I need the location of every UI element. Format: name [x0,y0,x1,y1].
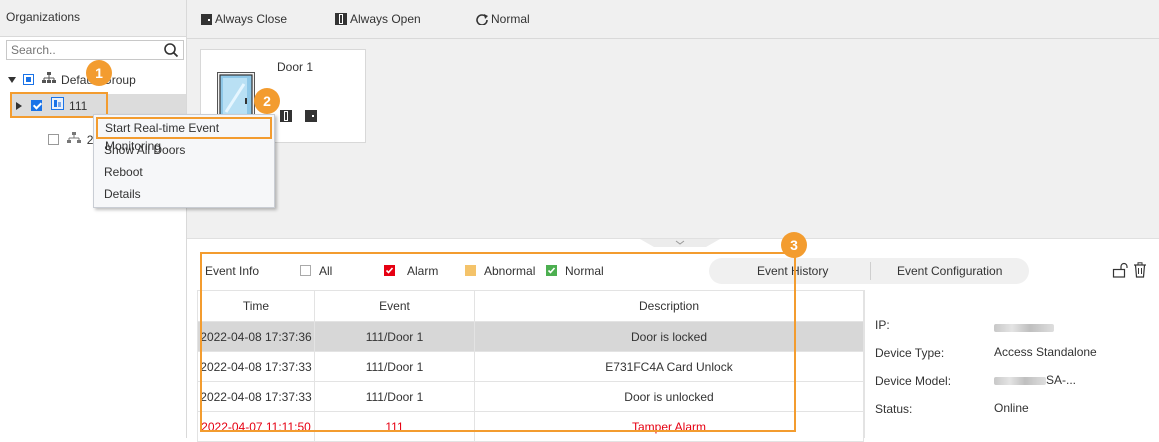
trash-icon[interactable] [1133,262,1147,281]
door-close-control-icon[interactable] [305,110,317,125]
organizations-header: Organizations [0,0,186,37]
device-model-label: Device Model: [875,374,952,388]
device-model-suffix: SA-... [1046,373,1077,387]
expand-arrow-icon[interactable] [8,76,16,83]
door-open-icon [335,13,347,28]
search-input[interactable] [7,41,165,59]
tab-event-configuration[interactable]: Event Configuration [897,264,1002,278]
ip-label: IP: [875,318,890,332]
always-open-label: Always Open [350,12,421,26]
normal-button[interactable]: Normal [476,12,530,28]
org-tree-icon [67,129,82,151]
org-tree-icon [41,69,56,91]
highlight-event-area [200,252,796,432]
menu-item-details[interactable]: Details [94,183,274,205]
door-name: Door 1 [277,60,314,74]
device-type-value: Access Standalone [994,345,1097,359]
always-close-label: Always Close [215,12,288,26]
refresh-icon [476,13,488,28]
callout-3: 3 [781,232,807,258]
callout-2: 2 [254,88,280,114]
group-label: Default Group [61,68,170,91]
menu-item-reboot[interactable]: Reboot [94,161,274,183]
search-box[interactable] [6,40,184,60]
tab-separator [870,262,871,280]
device-type-label: Device Type: [875,346,945,360]
context-menu: Start Real-time Event Monitoring Show Al… [93,114,275,208]
sub-checkbox[interactable] [48,134,59,146]
search-icon[interactable] [163,42,179,61]
door-open-control-icon[interactable] [280,110,292,125]
status-value: Online [994,401,1029,415]
collapse-handle[interactable] [640,238,720,247]
device-model-value: SA-... [994,373,1076,387]
unlock-icon[interactable] [1112,262,1128,281]
device-info-panel: IP: Device Type: Access Standalone Devic… [864,290,1159,438]
menu-item-start-realtime-monitoring[interactable]: Start Real-time Event Monitoring [96,117,272,153]
normal-label: Normal [491,12,530,26]
always-close-button[interactable]: Always Close [201,12,287,28]
status-label: Status: [875,402,913,416]
door-control-toolbar: Always Close Always Open Normal [187,0,1159,39]
menu-item-show-all-doors[interactable]: Show All Doors [94,139,274,161]
callout-1: 1 [86,60,112,86]
always-open-button[interactable]: Always Open [335,12,421,28]
group-checkbox[interactable] [23,74,35,86]
ip-value-redacted [994,320,1054,334]
door-closed-icon [201,14,212,28]
organizations-title: Organizations [6,10,81,24]
